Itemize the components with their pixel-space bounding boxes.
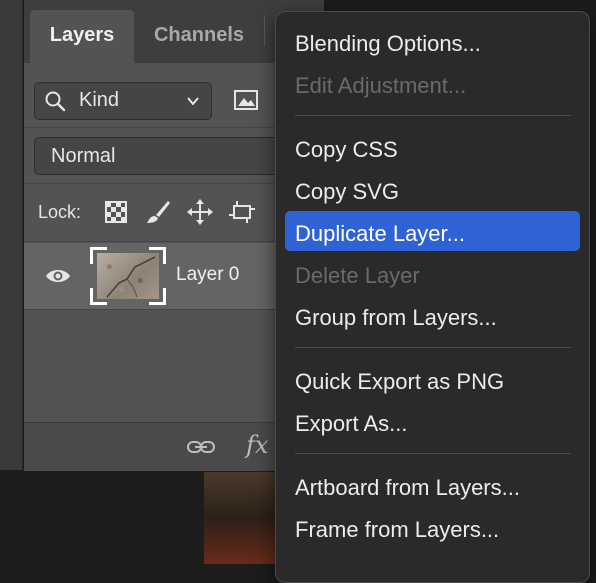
lock-artboard-icon[interactable] xyxy=(228,198,256,226)
left-dock-strip xyxy=(0,0,23,470)
menu-item-duplicate-layer[interactable]: Duplicate Layer... xyxy=(295,221,465,247)
menu-item-blending-options[interactable]: Blending Options... xyxy=(295,31,481,57)
tab-layers[interactable]: Layers xyxy=(30,10,134,63)
context-menu: Blending Options... Edit Adjustment... C… xyxy=(275,11,590,583)
filter-kind-select[interactable]: Kind xyxy=(34,82,212,120)
tab-channels[interactable]: Channels xyxy=(144,10,254,63)
search-icon xyxy=(45,91,66,112)
menu-item-copy-svg[interactable]: Copy SVG xyxy=(295,179,399,205)
blend-mode-label: Normal xyxy=(51,145,116,167)
menu-item-delete-layer: Delete Layer xyxy=(295,263,420,288)
menu-item-copy-css[interactable]: Copy CSS xyxy=(295,137,398,163)
filter-kind-label: Kind xyxy=(79,89,120,111)
lock-paint-icon[interactable] xyxy=(144,198,172,226)
fx-icon[interactable]: fx xyxy=(246,431,268,459)
menu-separator xyxy=(295,347,571,348)
menu-item-artboard-from-layers[interactable]: Artboard from Layers... xyxy=(295,475,520,501)
menu-item-frame-from-layers[interactable]: Frame from Layers... xyxy=(295,517,499,543)
lock-move-icon[interactable] xyxy=(186,198,214,226)
selection-corner xyxy=(90,288,107,305)
selection-corner xyxy=(149,247,166,264)
image-filter-icon[interactable] xyxy=(232,88,260,112)
menu-item-group-from-layers[interactable]: Group from Layers... xyxy=(295,305,497,331)
menu-separator xyxy=(295,115,571,116)
canvas-image-fragment xyxy=(204,472,278,564)
menu-item-export-as[interactable]: Export As... xyxy=(295,411,408,437)
lock-label: Lock: xyxy=(38,202,82,222)
layer-name[interactable]: Layer 0 xyxy=(176,264,239,286)
chevron-down-icon xyxy=(187,97,199,106)
menu-separator xyxy=(295,453,571,454)
layer-thumbnail[interactable] xyxy=(90,247,166,305)
link-icon[interactable] xyxy=(186,437,216,457)
menu-item-edit-adjustment: Edit Adjustment... xyxy=(295,73,467,98)
lock-transparent-icon[interactable] xyxy=(102,198,130,226)
tab-divider xyxy=(264,16,265,46)
menu-item-quick-export-png[interactable]: Quick Export as PNG xyxy=(295,369,504,395)
selection-corner xyxy=(90,247,107,264)
selection-corner xyxy=(149,288,166,305)
eye-icon[interactable] xyxy=(44,264,72,288)
